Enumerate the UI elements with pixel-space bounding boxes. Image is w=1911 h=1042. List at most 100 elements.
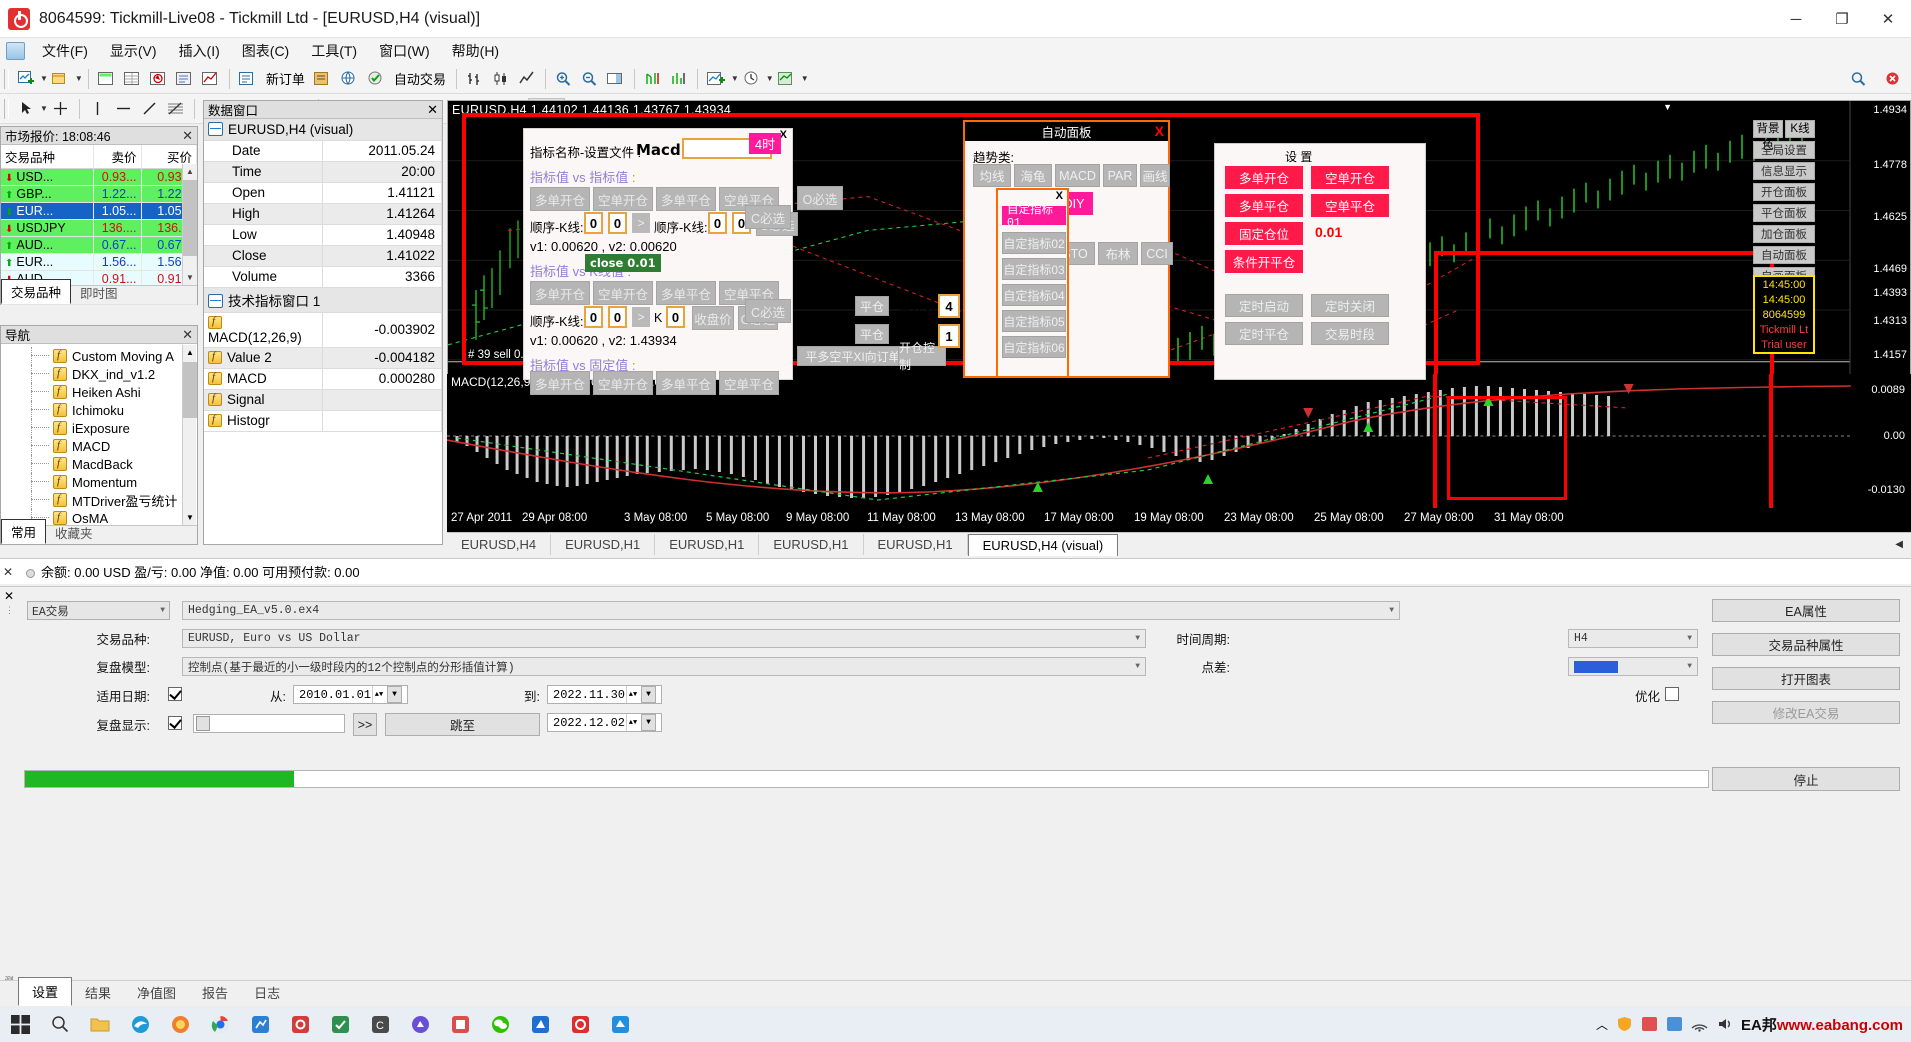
- seq-value-1a[interactable]: 0: [584, 212, 603, 234]
- auto-panel-button[interactable]: 自动面板: [1753, 246, 1815, 264]
- data-window-icon[interactable]: [121, 67, 145, 91]
- market-watch-icon[interactable]: [95, 67, 119, 91]
- seq-value-1b[interactable]: 0: [608, 212, 627, 234]
- crosshair-icon[interactable]: [49, 97, 73, 121]
- close-short-button[interactable]: 空单平仓: [1311, 194, 1389, 217]
- tester-model-value[interactable]: 控制点(基于最近的小一级时段内的12个控制点的分形插值计算) ▼: [182, 657, 1146, 676]
- scroll-up-icon[interactable]: ▲: [183, 345, 197, 360]
- tester-close-icon[interactable]: ✕: [4, 589, 14, 603]
- menu-insert[interactable]: 插入(I): [168, 38, 231, 64]
- tab-settings[interactable]: 设置: [18, 977, 73, 1006]
- tray-expand-icon[interactable]: ︿: [1596, 1016, 1608, 1033]
- chevron-down-icon[interactable]: ▼: [1389, 606, 1394, 615]
- list-item[interactable]: iExposure: [1, 419, 197, 437]
- timeframe-badge-4h[interactable]: 4时: [749, 133, 781, 154]
- table-row[interactable]: ⬆ AUD... 0.67... 0.67...: [1, 236, 197, 254]
- new-order-icon[interactable]: [236, 67, 260, 91]
- close-long-button-3[interactable]: 多单平仓: [656, 371, 716, 395]
- trading-control-panel[interactable]: 设 置 多单开仓 空单开仓 多单平仓 空单平仓 固定仓位 0.01 条件开平仓 …: [1214, 143, 1426, 380]
- chart-tab-2[interactable]: EURUSD,H1: [655, 534, 760, 555]
- date-range-checkbox[interactable]: [168, 687, 182, 701]
- close-long-button-1[interactable]: 多单平仓: [656, 187, 716, 211]
- tab-tickchart[interactable]: 即时图: [71, 281, 127, 304]
- new-chart-dropdown-icon[interactable]: ▼: [40, 74, 48, 83]
- flatten-orders-button[interactable]: 平多空平XI向订单: [797, 346, 909, 366]
- close-long-button[interactable]: 多单平仓: [1225, 194, 1303, 217]
- list-item[interactable]: Heiken Ashi: [1, 383, 197, 401]
- zoom-in-icon[interactable]: [552, 67, 576, 91]
- expert-advisors-icon[interactable]: [363, 67, 388, 91]
- close-panel-button[interactable]: 平仓面板: [1753, 204, 1815, 222]
- search-toolbar-icon[interactable]: [1846, 67, 1870, 91]
- conditional-trade-button[interactable]: 条件开平仓: [1225, 250, 1303, 273]
- data-window-close-icon[interactable]: ✕: [427, 102, 438, 118]
- close-position-tag-1[interactable]: 平仓: [855, 296, 889, 316]
- navigator-icon[interactable]: [147, 67, 171, 91]
- jump-date-input[interactable]: 2022.12.02 ▲▼ ▼: [547, 713, 662, 732]
- open-long-button-3[interactable]: 多单开仓: [530, 371, 590, 395]
- close-price-button[interactable]: 收盘价: [692, 306, 734, 330]
- tab-journal[interactable]: 日志: [241, 979, 293, 1006]
- app-icon-12[interactable]: [440, 1006, 480, 1042]
- condition-count-value-2[interactable]: 1: [938, 324, 960, 348]
- line-chart-icon[interactable]: [515, 67, 539, 91]
- tab-common[interactable]: 常用: [1, 519, 47, 544]
- draw-line-button[interactable]: 画线: [1140, 164, 1170, 187]
- custom-indicator-02[interactable]: 自定指标02: [1002, 232, 1066, 254]
- chevron-down-icon[interactable]: ▼: [160, 606, 165, 615]
- list-item[interactable]: DKX_ind_v1.2: [1, 365, 197, 383]
- table-row[interactable]: ⬆ EUR... 1.56... 1.56...: [1, 253, 197, 271]
- open-short-button-2[interactable]: 空单开仓: [593, 281, 653, 305]
- templates-dropdown-icon[interactable]: ▼: [801, 74, 809, 83]
- list-item[interactable]: Momentum: [1, 473, 197, 491]
- mql-community-icon[interactable]: [337, 67, 361, 91]
- scroll-down-icon[interactable]: ▼: [183, 270, 197, 285]
- optimize-checkbox[interactable]: [1665, 687, 1679, 701]
- maximize-button[interactable]: ❐: [1819, 0, 1865, 38]
- auto-scroll-icon[interactable]: [604, 67, 628, 91]
- close-button[interactable]: ✕: [1865, 0, 1911, 38]
- menu-file[interactable]: 文件(F): [31, 38, 99, 64]
- slider-knob[interactable]: [196, 716, 210, 731]
- date-from-input[interactable]: 2010.01.01 ▲▼ ▼: [293, 685, 408, 704]
- tester-grip-icon[interactable]: ⋮: [5, 605, 14, 616]
- modify-ea-button[interactable]: 修改EA交易: [1712, 701, 1900, 724]
- menu-window[interactable]: 窗口(W): [368, 38, 441, 64]
- background-color-button[interactable]: 背景色: [1753, 120, 1783, 152]
- seq-value-2a[interactable]: 0: [708, 212, 727, 234]
- tab-symbols[interactable]: 交易品种: [1, 279, 72, 304]
- close-short-button-3[interactable]: 空单平仓: [719, 371, 779, 395]
- periodicity-dropdown-icon[interactable]: ▼: [766, 74, 774, 83]
- scroll-thumb[interactable]: [183, 180, 197, 256]
- replay-speed-slider[interactable]: [193, 714, 345, 733]
- trading-session-button[interactable]: 交易时段: [1311, 322, 1389, 345]
- timer-start-button[interactable]: 定时启动: [1225, 294, 1303, 317]
- tab-report[interactable]: 报告: [189, 979, 241, 1006]
- chevron-down-icon[interactable]: ▼: [1687, 634, 1692, 643]
- list-item[interactable]: MTDriver盈亏统计: [1, 491, 197, 509]
- menu-charts[interactable]: 图表(C): [231, 38, 300, 64]
- chart-shift-icon[interactable]: [641, 67, 665, 91]
- open-panel-button[interactable]: 开仓面板: [1753, 183, 1815, 201]
- c-required-overflow-1[interactable]: C必选: [745, 205, 791, 229]
- list-item[interactable]: MacdBack: [1, 455, 197, 473]
- navigator-scrollbar[interactable]: ▲ ▼: [182, 345, 197, 525]
- list-item[interactable]: Custom Moving A: [1, 347, 197, 365]
- tester-period-value[interactable]: H4 ▼: [1568, 629, 1698, 648]
- comparison-operator-1[interactable]: >: [632, 213, 650, 233]
- chart-tab-0[interactable]: EURUSD,H4: [447, 534, 552, 555]
- new-order-label[interactable]: 新订单: [261, 69, 310, 88]
- chart-tab-4[interactable]: EURUSD,H1: [864, 534, 968, 555]
- scroll-thumb[interactable]: [183, 362, 197, 418]
- app-icon-16[interactable]: [600, 1006, 640, 1042]
- app-icon-11[interactable]: [400, 1006, 440, 1042]
- app-icon-7[interactable]: [240, 1006, 280, 1042]
- bollinger-button[interactable]: 布林: [1098, 242, 1138, 265]
- table-row[interactable]: ⬇ USDJPY 136.... 136....: [1, 219, 197, 237]
- terminal-close-icon[interactable]: ✕: [0, 565, 16, 579]
- turtle-button[interactable]: 海龟: [1014, 164, 1052, 187]
- auto-panel-close-icon[interactable]: X: [1155, 123, 1164, 139]
- cursor-dropdown-icon[interactable]: ▼: [40, 104, 48, 113]
- col-ask[interactable]: 卖价: [93, 145, 142, 169]
- skip-button[interactable]: >>: [353, 713, 377, 736]
